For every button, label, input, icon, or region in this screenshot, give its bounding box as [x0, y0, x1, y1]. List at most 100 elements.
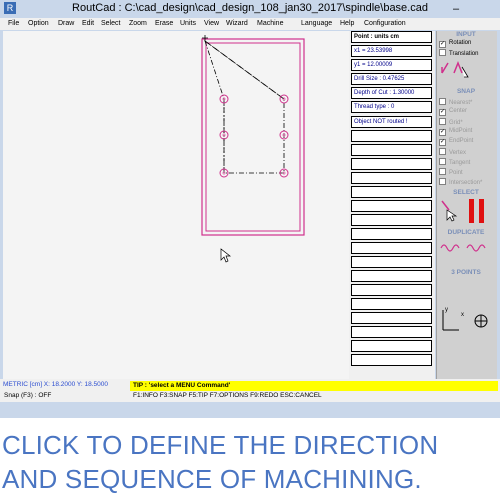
snap-endpoint-checkbox[interactable]: ✓ EndPoint [439, 138, 473, 146]
checkbox-icon [439, 168, 446, 175]
minimize-button[interactable]: – [453, 3, 459, 15]
snap-intersection-label: Intersection* [449, 180, 483, 186]
select-pointer-icon[interactable] [441, 200, 458, 222]
empty-info-box [351, 172, 432, 184]
menu-machine[interactable]: Machine [257, 18, 283, 30]
mouse-cursor-icon [220, 248, 232, 263]
rotation-label: Rotation [449, 40, 472, 46]
snap-section-title: SNAP [456, 88, 476, 95]
drawing-svg [201, 35, 305, 263]
thread-type-readout: Thread type : 0 [351, 101, 432, 113]
duplicate-tools[interactable] [439, 240, 493, 254]
menu-option[interactable]: Option [28, 18, 49, 30]
draw-arc-icon[interactable] [453, 60, 469, 78]
menu-file[interactable]: File [8, 18, 19, 30]
point-units-header: Point : units cm [351, 31, 432, 43]
checkbox-checked-icon: ✓ [439, 41, 446, 48]
empty-info-box [351, 214, 432, 226]
checkbox-icon [439, 178, 446, 185]
menu-view[interactable]: View [204, 18, 219, 30]
select-section-title: SELECT [453, 189, 479, 196]
rotation-origin-icon[interactable] [474, 314, 488, 328]
menu-language[interactable]: Language [301, 18, 332, 30]
checkbox-checked-icon: ✓ [439, 129, 446, 136]
menu-erase[interactable]: Erase [155, 18, 173, 30]
menu-zoom[interactable]: Zoom [129, 18, 147, 30]
checkbox-checked-icon: ✓ [439, 139, 446, 146]
part-outline[interactable] [201, 38, 305, 236]
empty-info-box [351, 298, 432, 310]
menu-configuration[interactable]: Configuration [364, 18, 406, 30]
empty-info-box [351, 130, 432, 142]
snap-center-label: Center [449, 108, 468, 114]
snap-center-checkbox[interactable]: ✓ Center [439, 108, 467, 116]
empty-info-box [351, 312, 432, 324]
routing-status-readout: Object NOT routed ! [351, 116, 432, 128]
menu-units[interactable]: Units [180, 18, 196, 30]
empty-info-box [351, 228, 432, 240]
checkbox-icon [439, 49, 446, 56]
y1-readout: y1 = 12.00009 [351, 59, 432, 71]
application-window: R RoutCad : C:\cad_design\cad_design_108… [0, 0, 500, 418]
snap-grid-checkbox[interactable]: Grid* [439, 118, 463, 126]
menu-select[interactable]: Select [101, 18, 120, 30]
snap-nearest-checkbox[interactable]: Nearest* [439, 98, 472, 106]
input-section-title: INPUT [456, 31, 476, 38]
snap-midpoint-checkbox[interactable]: ✓ MidPoint [439, 128, 472, 136]
empty-info-box [351, 354, 432, 366]
duplicate-section-title: DUPLICATE [447, 229, 485, 236]
axis-y-label: y [445, 307, 448, 313]
instruction-caption: CLICK TO DEFINE THE DIRECTION AND SEQUEN… [0, 418, 500, 500]
menu-edit[interactable]: Edit [82, 18, 94, 30]
x1-readout: x1 = 23.53998 [351, 45, 432, 57]
snap-point-label: Point [449, 170, 463, 176]
snap-vertex-label: Vertex [449, 150, 467, 156]
snap-vertex-checkbox[interactable]: Vertex [439, 148, 466, 156]
snap-point-checkbox[interactable]: Point [439, 168, 463, 176]
snap-intersection-checkbox[interactable]: Intersection* [439, 178, 482, 186]
snap-tangent-checkbox[interactable]: Tangent [439, 158, 470, 166]
snap-status: Snap (F3) : OFF [4, 392, 52, 399]
empty-info-box [351, 158, 432, 170]
empty-info-box [351, 326, 432, 338]
snap-midpoint-label: MidPoint [449, 128, 473, 134]
snap-tangent-label: Tangent [449, 160, 471, 166]
empty-info-box [351, 256, 432, 268]
toolpath-sequence [204, 39, 285, 174]
duplicate-chain-icon[interactable] [440, 244, 486, 252]
axis-x-label: x [461, 312, 464, 318]
empty-info-box [351, 144, 432, 156]
checkbox-icon [439, 148, 446, 155]
drill-hole[interactable] [219, 94, 289, 178]
select-window-icon[interactable] [469, 199, 484, 223]
snap-endpoint-label: EndPoint [449, 138, 474, 144]
title-bar: R RoutCad : C:\cad_design\cad_design_108… [0, 0, 500, 18]
three-points-section-title: 3 POINTS [451, 269, 481, 276]
menu-bar: File Option Draw Edit Select Zoom Erase … [0, 18, 500, 30]
checkbox-icon [439, 98, 446, 105]
drill-hole-center [222, 97, 286, 175]
rotation-checkbox[interactable]: ✓ Rotation [439, 40, 471, 48]
window-title: RoutCad : C:\cad_design\cad_design_108_j… [72, 2, 428, 14]
drawing-canvas[interactable] [3, 31, 349, 379]
checkbox-icon [439, 158, 446, 165]
translation-label: Translation [449, 51, 479, 57]
input-mode-icons[interactable] [440, 59, 474, 79]
empty-info-box [351, 242, 432, 254]
checkbox-icon [439, 118, 446, 125]
coordinates-readout: METRIC [cm] X: 18.2000 Y: 18.5000 [3, 381, 109, 388]
start-point-marker [202, 35, 208, 41]
tip-text: TIP : 'select a MENU Command' [133, 382, 231, 389]
menu-draw[interactable]: Draw [58, 18, 74, 30]
empty-info-box [351, 186, 432, 198]
translation-checkbox[interactable]: Translation [439, 49, 478, 57]
drill-size-readout: Drill Size : 0.47625 [351, 73, 432, 85]
select-tools[interactable] [439, 198, 493, 224]
menu-help[interactable]: Help [340, 18, 354, 30]
shortcut-keys: F1:INFO F3:SNAP F5:TIP F7:OPTIONS F9:RED… [133, 392, 322, 399]
checkbox-checked-icon: ✓ [439, 109, 446, 116]
depth-of-cut-readout: Depth of Cut : 1.30000 [351, 87, 432, 99]
menu-wizard[interactable]: Wizard [226, 18, 248, 30]
empty-info-box [351, 340, 432, 352]
draw-line-icon[interactable] [441, 62, 449, 74]
